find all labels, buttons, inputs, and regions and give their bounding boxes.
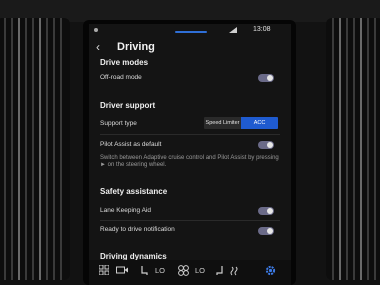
back-chevron-icon[interactable]: ‹ — [96, 40, 100, 54]
settings-icon[interactable] — [264, 265, 276, 277]
lane-keeping-aid-label: Lane Keeping Aid — [100, 207, 151, 214]
heated-seat-right-icon[interactable] — [229, 265, 241, 277]
seat-heat-icon[interactable] — [139, 265, 149, 277]
infotainment-screen: 13:08 ‹ Driving Drive modes Off-road mod… — [89, 24, 291, 285]
notification-handle[interactable] — [175, 31, 207, 33]
divider — [100, 134, 280, 135]
fan-icon[interactable] — [177, 265, 189, 277]
clock: 13:08 — [253, 26, 271, 33]
apps-grid-icon[interactable] — [98, 264, 110, 277]
pilot-assist-toggle[interactable] — [258, 141, 274, 149]
climate-bar: LO LO — [89, 260, 291, 285]
car-dashboard: 13:08 ‹ Driving Drive modes Off-road mod… — [0, 0, 380, 285]
divider — [100, 220, 280, 221]
off-road-mode-toggle[interactable] — [258, 74, 274, 82]
page-title: Driving — [117, 41, 155, 53]
ready-to-drive-toggle[interactable] — [258, 227, 274, 235]
section-title-safety-assistance: Safety assistance — [100, 187, 168, 196]
section-title-driver-support: Driver support — [100, 101, 156, 110]
support-type-label: Support type — [100, 120, 137, 127]
pilot-assist-label: Pilot Assist as default — [100, 141, 162, 148]
support-type-selector: Speed Limiter ACC — [204, 117, 278, 129]
signal-icon — [229, 27, 237, 33]
right-air-vent — [326, 18, 380, 280]
pilot-assist-description: Switch between Adaptive cruise control a… — [100, 155, 279, 168]
left-air-vent — [0, 18, 70, 280]
right-temperature[interactable]: LO — [195, 266, 205, 275]
speed-limiter-option[interactable]: Speed Limiter — [204, 117, 241, 129]
section-title-drive-modes: Drive modes — [100, 58, 149, 67]
camera-icon[interactable] — [116, 265, 128, 277]
status-dot-icon — [94, 28, 98, 32]
page-header: ‹ Driving — [89, 38, 291, 60]
off-road-mode-label: Off-road mode — [100, 74, 142, 81]
status-bar: 13:08 — [89, 24, 291, 38]
seat-heat-icon[interactable] — [215, 265, 225, 277]
acc-option[interactable]: ACC — [241, 117, 278, 129]
ready-to-drive-label: Ready to drive notification — [100, 226, 175, 233]
left-temperature[interactable]: LO — [155, 266, 165, 275]
lane-keeping-aid-toggle[interactable] — [258, 207, 274, 215]
